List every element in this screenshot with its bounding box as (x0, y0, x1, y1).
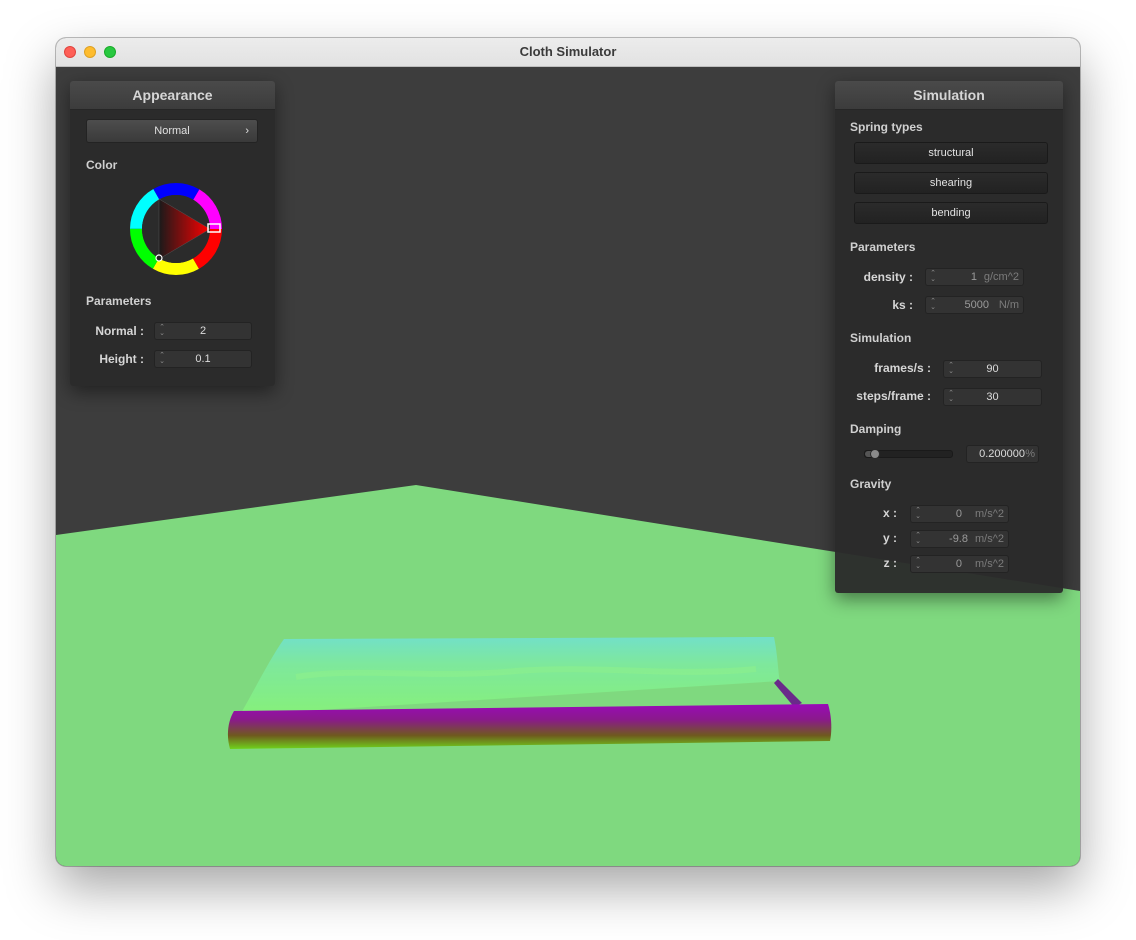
appearance-panel: Appearance Normal › Color Parameters Nor… (70, 81, 275, 386)
gravity-z-unit: m/s^2 (975, 558, 1004, 570)
window-title: Cloth Simulator (519, 44, 617, 59)
simulation-panel: Simulation Spring types structural shear… (835, 81, 1063, 593)
gravity-y-unit: m/s^2 (975, 533, 1004, 545)
gravity-x-label: x : (882, 506, 897, 520)
color-wheel-picker[interactable] (126, 179, 226, 279)
gravity-label: Gravity (850, 477, 892, 491)
simulation-panel-title[interactable]: Simulation (835, 81, 1063, 110)
shader-dropdown-label: Normal (154, 125, 190, 137)
ks-unit: N/m (998, 299, 1019, 311)
gravity-y-value: -9.8 (949, 533, 968, 545)
normal-param-label: Normal : (95, 324, 144, 338)
steps-label: steps/frame : (856, 389, 931, 403)
spinner-icon[interactable]: ⌃ ⌄ (914, 557, 922, 570)
height-param-value: 0.1 (195, 353, 211, 365)
simulation-section-label: Simulation (850, 331, 912, 345)
ks-input[interactable]: ⌃ ⌄ 5000 N/m (925, 296, 1024, 314)
gravity-x-unit: m/s^2 (975, 508, 1004, 520)
damping-slider-knob[interactable] (870, 449, 881, 459)
density-label: density : (863, 270, 913, 284)
steps-value: 30 (986, 391, 999, 403)
appearance-parameters-label: Parameters (86, 294, 152, 308)
normal-param-input[interactable]: ⌃ ⌄ 2 (154, 322, 252, 340)
ks-label: ks : (892, 298, 913, 312)
height-param-label: Height : (99, 352, 144, 366)
structural-toggle[interactable]: structural (854, 142, 1048, 164)
app-window: Cloth Simulator Appearance Normal › Colo… (56, 38, 1080, 866)
bending-toggle[interactable]: bending (854, 202, 1048, 224)
damping-value: 0.200000 (979, 448, 1025, 460)
gravity-x-value: 0 (955, 508, 962, 520)
sim-parameters-label: Parameters (850, 240, 916, 254)
density-input[interactable]: ⌃ ⌄ 1 g/cm^2 (925, 268, 1024, 286)
color-section-label: Color (86, 158, 118, 172)
chevron-right-icon: › (245, 125, 249, 137)
damping-input[interactable]: 0.200000 % (966, 445, 1039, 463)
appearance-panel-title[interactable]: Appearance (70, 81, 275, 110)
damping-unit: % (1025, 448, 1035, 460)
spring-types-label: Spring types (850, 120, 923, 134)
density-unit: g/cm^2 (983, 271, 1019, 283)
spinner-icon[interactable]: ⌃ ⌄ (929, 298, 937, 311)
spinner-icon[interactable]: ⌃ ⌄ (914, 507, 922, 520)
gravity-z-label: z : (883, 556, 897, 570)
gravity-y-input[interactable]: ⌃ ⌄ -9.8 m/s^2 (910, 530, 1009, 548)
shader-dropdown[interactable]: Normal › (86, 119, 258, 143)
frames-value: 90 (986, 363, 999, 375)
damping-label: Damping (850, 422, 902, 436)
spinner-icon[interactable]: ⌃ ⌄ (929, 270, 937, 283)
density-value: 1 (970, 271, 977, 283)
gravity-z-input[interactable]: ⌃ ⌄ 0 m/s^2 (910, 555, 1009, 573)
shearing-toggle[interactable]: shearing (854, 172, 1048, 194)
ks-value: 5000 (964, 299, 989, 311)
color-value-handle (155, 254, 163, 262)
normal-param-value: 2 (199, 325, 207, 337)
steps-input[interactable]: ⌃ ⌄ 30 (943, 388, 1042, 406)
frames-label: frames/s : (874, 361, 931, 375)
spinner-icon[interactable]: ⌃ ⌄ (914, 532, 922, 545)
frames-input[interactable]: ⌃ ⌄ 90 (943, 360, 1042, 378)
gravity-z-value: 0 (955, 558, 962, 570)
title-bar: Cloth Simulator (56, 38, 1080, 67)
damping-slider[interactable] (864, 449, 953, 459)
gravity-x-input[interactable]: ⌃ ⌄ 0 m/s^2 (910, 505, 1009, 523)
gravity-y-label: y : (882, 531, 897, 545)
height-param-input[interactable]: ⌃ ⌄ 0.1 (154, 350, 252, 368)
